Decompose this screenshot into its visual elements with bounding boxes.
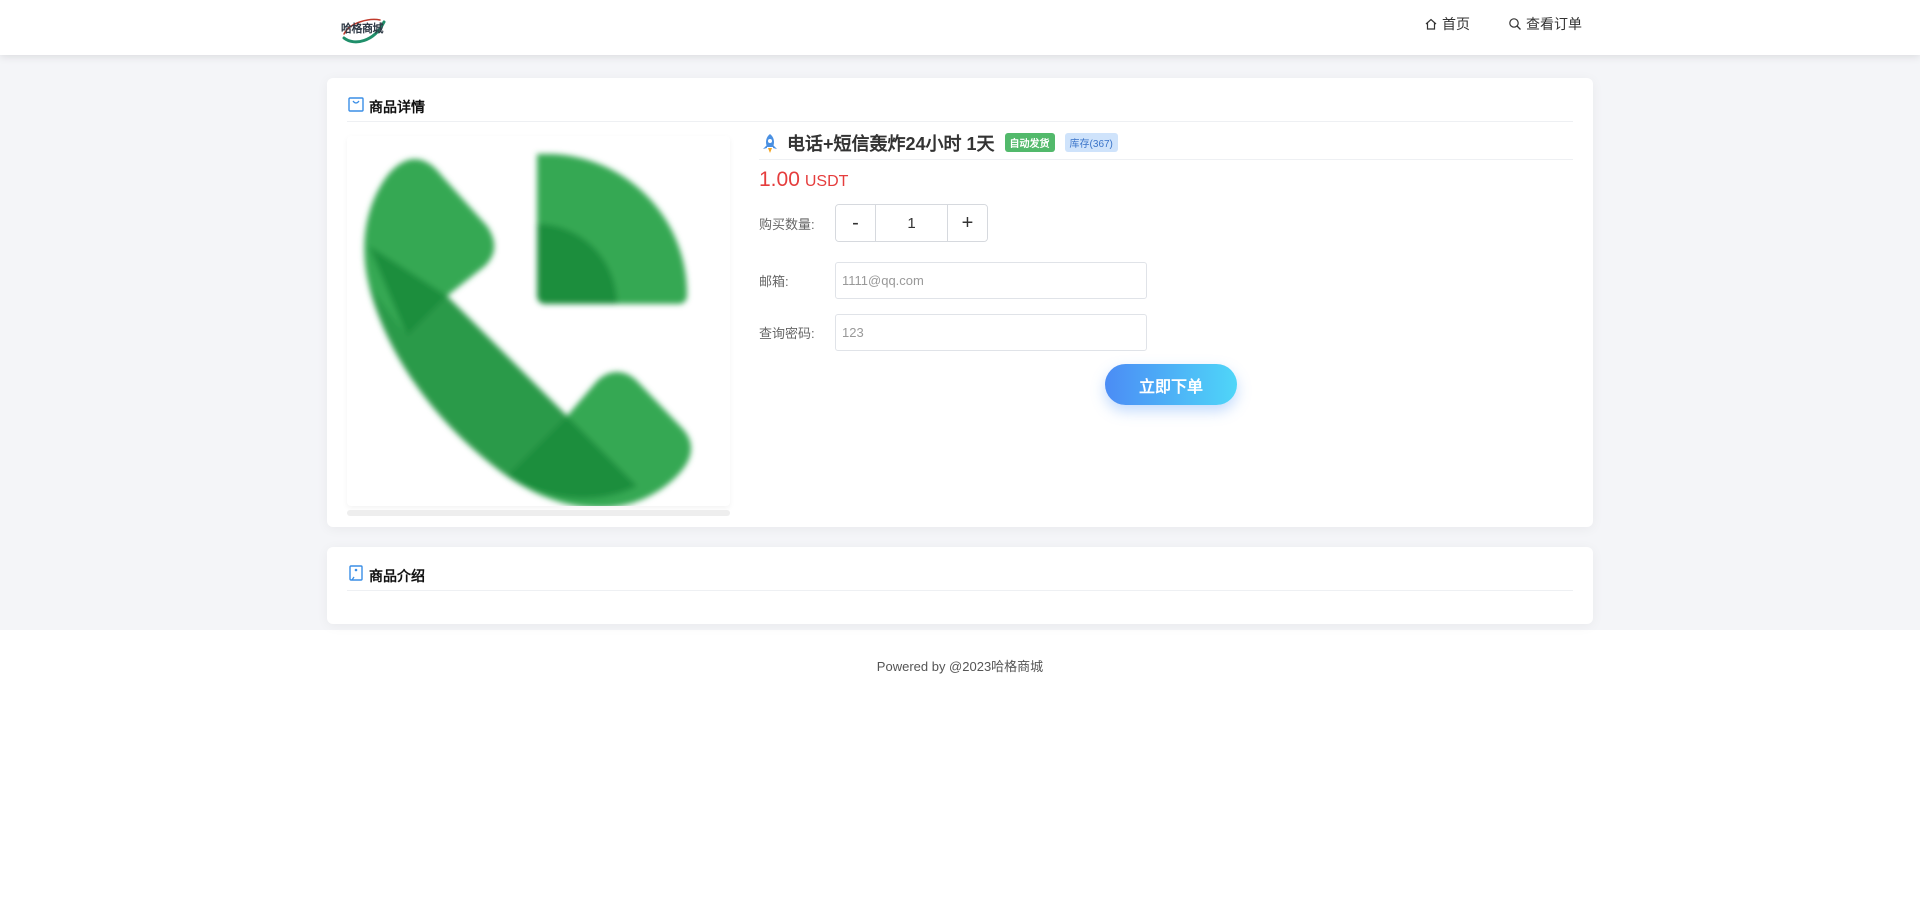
rocket-icon [763, 133, 777, 153]
password-row: 查询密码: [759, 314, 1147, 351]
top-navbar: 哈格商城 首页 查看订单 [0, 0, 1920, 55]
product-title-row: 电话+短信轰炸24小时 1天 自动发货 库存(367) [759, 130, 1573, 160]
price-currency: USDT [804, 173, 849, 190]
quantity-input[interactable]: 1 [875, 205, 948, 241]
email-field[interactable] [835, 262, 1147, 299]
product-detail-card: 商品详情 电话+短信轰炸24小时 1天 自动发货 库存(367) 1.00 US… [327, 78, 1593, 527]
phone-icon [364, 154, 691, 506]
quantity-row: 购买数量: - 1 + [759, 204, 988, 242]
stock-badge: 库存(367) [1064, 133, 1118, 152]
product-price: 1.00 USDT [759, 168, 1573, 192]
footer-text: Powered by @2023哈格商城 [876, 659, 1044, 674]
product-intro-card: 商品介绍 [327, 547, 1593, 624]
shopping-bag-icon [348, 96, 364, 112]
nav-orders-link[interactable]: 查看订单 [1508, 14, 1582, 34]
site-logo[interactable]: 哈格商城 [340, 12, 388, 44]
place-order-button[interactable]: 立即下单 [1105, 364, 1237, 405]
product-info: 电话+短信轰炸24小时 1天 自动发货 库存(367) 1.00 USDT 购买… [759, 130, 1573, 405]
product-image [347, 136, 730, 506]
home-icon [1425, 18, 1437, 30]
email-row: 邮箱: [759, 262, 1147, 299]
document-icon [349, 564, 363, 581]
price-amount: 1.00 [759, 168, 800, 191]
auto-delivery-badge: 自动发货 [1004, 133, 1055, 152]
query-password-field[interactable] [835, 314, 1147, 351]
product-name: 电话+短信轰炸24小时 1天 [787, 133, 995, 154]
search-icon [1509, 18, 1521, 30]
quantity-decrease-button[interactable]: - [836, 205, 875, 241]
quantity-label: 购买数量: [759, 216, 815, 232]
nav-home-label: 首页 [1442, 16, 1470, 32]
nav-orders-label: 查看订单 [1526, 16, 1582, 32]
logo-text: 哈格商城 [341, 23, 384, 35]
detail-card-header: 商品详情 [347, 92, 1573, 122]
nav-home-link[interactable]: 首页 [1424, 14, 1470, 34]
quantity-increase-button[interactable]: + [948, 205, 987, 241]
detail-card-title: 商品详情 [369, 98, 425, 115]
image-scroll-indicator [347, 510, 730, 516]
query-password-label: 查询密码: [759, 326, 815, 341]
intro-card-title: 商品介绍 [369, 567, 425, 584]
email-label: 邮箱: [759, 274, 789, 289]
intro-card-header: 商品介绍 [347, 561, 1573, 591]
quantity-stepper: - 1 + [835, 204, 988, 242]
